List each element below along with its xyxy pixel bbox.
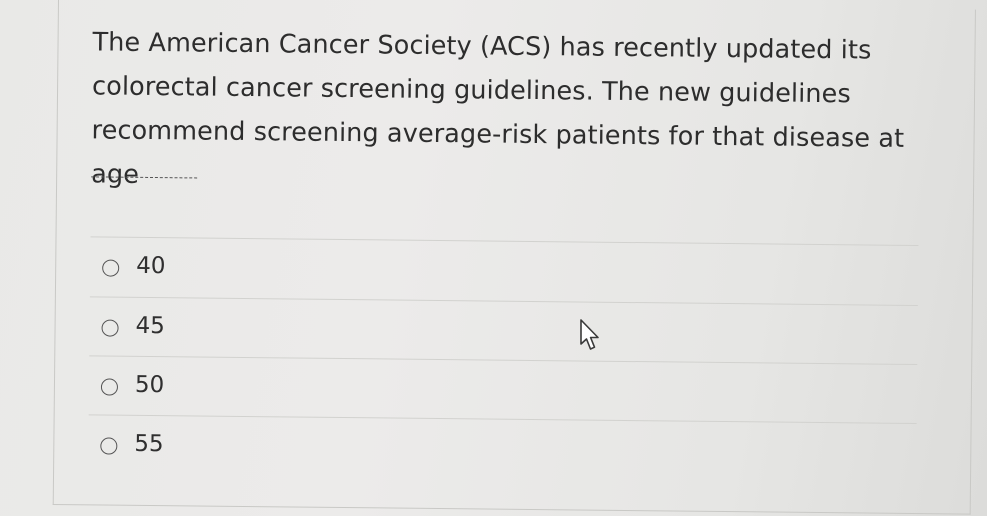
answer-option-40[interactable]: 40	[89, 236, 919, 305]
radio-button[interactable]	[100, 437, 118, 455]
answer-option-50[interactable]: 50	[88, 355, 918, 424]
radio-button[interactable]	[102, 259, 120, 277]
option-label: 45	[135, 312, 166, 340]
question-card: The American Cancer Society (ACS) has re…	[52, 0, 976, 515]
radio-button[interactable]	[100, 378, 119, 396]
answer-option-55[interactable]: 55	[88, 414, 917, 483]
option-label: 50	[134, 371, 165, 399]
radio-button[interactable]	[101, 319, 119, 337]
answer-option-45[interactable]: 45	[89, 296, 918, 365]
screen: The American Cancer Society (ACS) has re…	[0, 0, 987, 516]
option-label: 55	[134, 430, 164, 458]
mouse-pointer-icon	[580, 319, 599, 350]
question-text: The American Cancer Society (ACS) has re…	[91, 27, 905, 190]
option-label: 40	[136, 252, 166, 280]
